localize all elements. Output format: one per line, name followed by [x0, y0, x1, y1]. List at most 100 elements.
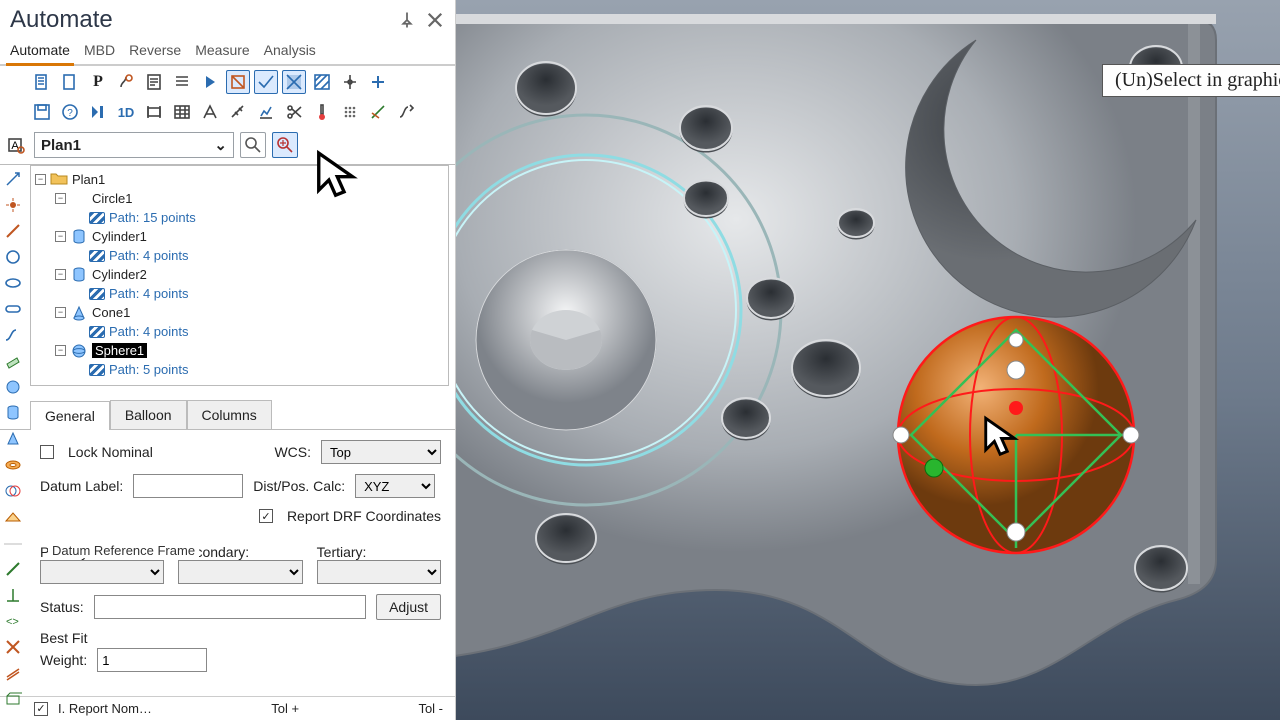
tb-p-icon[interactable]: P [86, 70, 110, 94]
tab-reverse[interactable]: Reverse [129, 38, 181, 64]
report-drf-checkbox[interactable]: ✓ [259, 509, 273, 523]
pal-sphere-icon[interactable] [4, 378, 22, 396]
tb-new-icon[interactable] [30, 70, 54, 94]
tb-axis-icon[interactable] [338, 70, 362, 94]
ptab-general[interactable]: General [30, 401, 110, 430]
status-input[interactable] [94, 595, 366, 619]
tb-list-icon[interactable] [170, 70, 194, 94]
drf-tertiary-select[interactable] [317, 560, 441, 584]
pal-dim1-icon[interactable] [4, 560, 22, 578]
tol-plus[interactable]: Tol + [271, 701, 299, 716]
ptab-balloon[interactable]: Balloon [110, 400, 187, 429]
pal-plane-icon[interactable] [4, 352, 22, 370]
tb-caliper-icon[interactable] [226, 100, 250, 124]
tb-highlight-b-icon[interactable] [254, 70, 278, 94]
report-checkbox[interactable]: ✓ [34, 702, 48, 716]
pal-cone-icon[interactable] [4, 430, 22, 448]
tb-scissors-icon[interactable] [282, 100, 306, 124]
pal-cylinder-icon[interactable] [4, 404, 22, 422]
report-drf-label: Report DRF Coordinates [287, 508, 441, 524]
tb-vectors-icon[interactable] [366, 100, 390, 124]
pal-frame-icon[interactable] [4, 690, 22, 708]
pal-slot-icon[interactable] [4, 300, 22, 318]
pal-circle-icon[interactable] [4, 248, 22, 266]
pal-arrow-icon[interactable] [4, 170, 22, 188]
weight-input[interactable] [97, 648, 207, 672]
plan-configure-icon[interactable]: A [4, 133, 28, 157]
tb-table-icon[interactable] [170, 100, 194, 124]
tree-item[interactable]: Cylinder1 [92, 229, 147, 244]
collapse-icon[interactable]: − [55, 269, 66, 280]
distpos-select[interactable]: XYZ [355, 474, 435, 498]
wcs-select[interactable]: Top [321, 440, 441, 464]
weight-label: Weight: [40, 652, 87, 668]
ptab-columns[interactable]: Columns [187, 400, 272, 429]
lock-nominal-checkbox[interactable] [40, 445, 54, 459]
pal-rings-icon[interactable] [4, 482, 22, 500]
tb-hatch-icon[interactable] [310, 70, 334, 94]
tb-report-icon[interactable] [142, 70, 166, 94]
tb-save-icon[interactable] [30, 100, 54, 124]
svg-text:?: ? [67, 108, 73, 119]
pin-icon[interactable] [397, 10, 417, 30]
pal-surface-icon[interactable] [4, 508, 22, 526]
folder-icon [50, 171, 68, 188]
collapse-icon[interactable]: − [55, 345, 66, 356]
collapse-icon[interactable]: − [55, 307, 66, 318]
pal-dim3-icon[interactable]: <> [4, 612, 22, 630]
tree-path[interactable]: Path: 4 points [109, 324, 189, 339]
toolbar-row1: P [0, 66, 455, 96]
drf-secondary-select[interactable] [178, 560, 302, 584]
pal-spline-icon[interactable] [4, 326, 22, 344]
tab-automate[interactable]: Automate [10, 38, 70, 64]
pal-torus-icon[interactable] [4, 456, 22, 474]
pick-from-graphics-icon[interactable] [272, 132, 298, 158]
pal-crossed-icon[interactable] [4, 638, 22, 656]
tab-analysis[interactable]: Analysis [264, 38, 316, 64]
close-icon[interactable] [425, 10, 445, 30]
find-icon[interactable] [240, 132, 266, 158]
tb-1d-icon[interactable]: 1D [114, 100, 138, 124]
tree-path[interactable]: Path: 4 points [109, 286, 189, 301]
tree-item[interactable]: Cylinder2 [92, 267, 147, 282]
feature-tree[interactable]: − Plan1 − Circle1 Path: 15 points − Cyli… [30, 165, 449, 386]
collapse-icon[interactable]: − [35, 174, 46, 185]
tb-dims-icon[interactable] [198, 100, 222, 124]
tb-info-icon[interactable]: ? [58, 100, 82, 124]
pal-point-icon[interactable] [4, 196, 22, 214]
tb-plus-icon[interactable] [366, 70, 390, 94]
tol-minus[interactable]: Tol - [418, 701, 443, 716]
tb-play-icon[interactable] [198, 70, 222, 94]
pal-ellipse-icon[interactable] [4, 274, 22, 292]
tree-root[interactable]: Plan1 [72, 172, 105, 187]
tb-highlight-a-icon[interactable] [226, 70, 250, 94]
graphics-viewport[interactable]: (Un)Select in graphics Sphere1 [456, 0, 1280, 720]
tb-tangent-icon[interactable] [394, 100, 418, 124]
collapse-icon[interactable]: − [55, 231, 66, 242]
adjust-button[interactable]: Adjust [376, 594, 441, 620]
pal-lines-icon[interactable] [4, 664, 22, 682]
drf-primary-select[interactable] [40, 560, 164, 584]
tab-measure[interactable]: Measure [195, 38, 249, 64]
pal-line-icon[interactable] [4, 222, 22, 240]
tree-path[interactable]: Path: 15 points [109, 210, 196, 225]
tree-path[interactable]: Path: 4 points [109, 248, 189, 263]
tb-chart-icon[interactable] [254, 100, 278, 124]
tab-mbd[interactable]: MBD [84, 38, 115, 64]
tb-step-icon[interactable] [86, 100, 110, 124]
tb-highlight-c-icon[interactable] [282, 70, 306, 94]
tree-path[interactable]: Path: 5 points [109, 362, 189, 377]
path-icon [89, 250, 105, 262]
plan-select[interactable]: Plan1 ⌄ [34, 132, 234, 158]
tb-dots-icon[interactable] [338, 100, 362, 124]
collapse-icon[interactable]: − [55, 193, 66, 204]
tree-item[interactable]: Circle1 [92, 191, 132, 206]
tb-bounds-icon[interactable] [142, 100, 166, 124]
tb-thermo-icon[interactable] [310, 100, 334, 124]
datum-label-input[interactable] [133, 474, 243, 498]
tree-item-selected[interactable]: Sphere1 [92, 343, 147, 358]
tb-auto-char-icon[interactable] [114, 70, 138, 94]
tb-open-icon[interactable] [58, 70, 82, 94]
pal-dim2-icon[interactable] [4, 586, 22, 604]
tree-item[interactable]: Cone1 [92, 305, 130, 320]
